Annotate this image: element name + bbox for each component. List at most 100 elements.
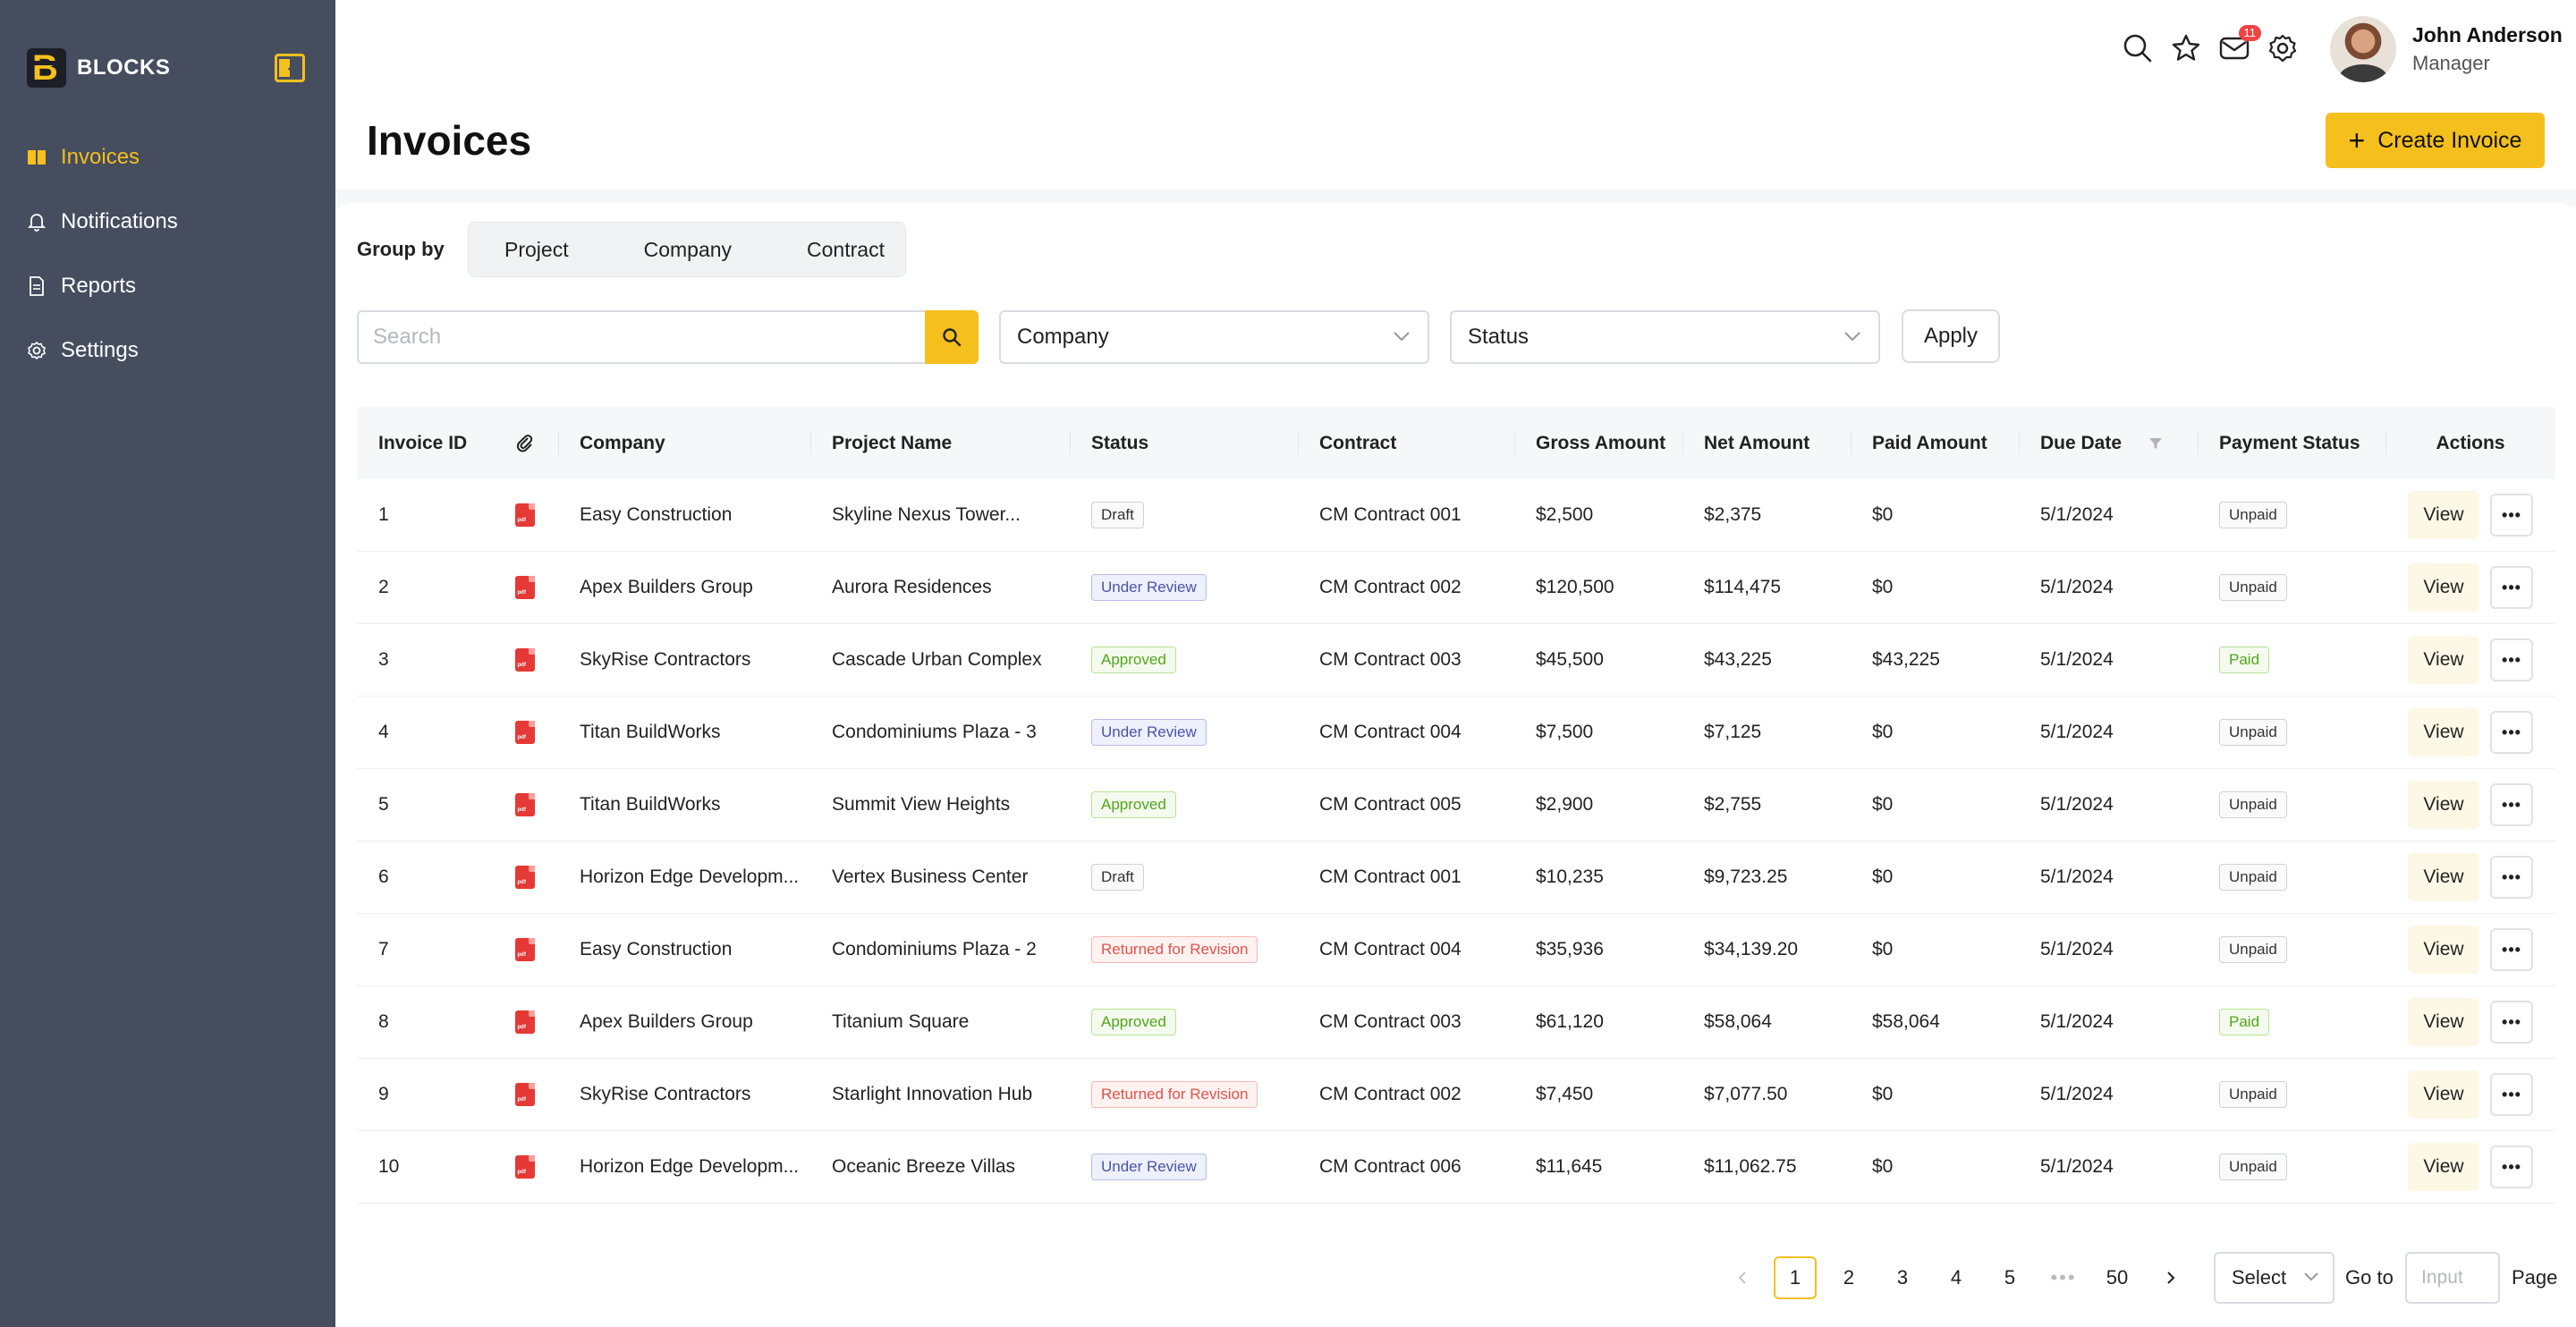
view-button[interactable]: View (2408, 781, 2479, 829)
cell-project-name: Condominiums Plaza - 2 (832, 939, 1037, 959)
more-actions-button[interactable]: ••• (2490, 1073, 2533, 1116)
page-size-select[interactable]: Select (2214, 1252, 2334, 1304)
create-invoice-button[interactable]: + Create Invoice (2326, 113, 2545, 168)
view-button[interactable]: View (2408, 708, 2479, 756)
search-button[interactable] (925, 310, 979, 364)
view-button[interactable]: View (2408, 1070, 2479, 1119)
sidebar-item-notifications[interactable]: Notifications (27, 190, 313, 254)
column-header-contract[interactable]: Contract (1298, 407, 1514, 479)
search-input[interactable] (357, 310, 926, 364)
table-row[interactable]: 3 pdf SkyRise Contractors Cascade Urban Com… (357, 624, 2555, 697)
pagination-page-2[interactable]: 2 (1827, 1256, 1870, 1299)
table-row[interactable]: 10 pdf Horizon Edge Developm... Oceanic Bre… (357, 1131, 2555, 1204)
status-select[interactable]: Status (1450, 310, 1880, 364)
pagination-page-4[interactable]: 4 (1935, 1256, 1978, 1299)
cell-status: Returned for Revision (1070, 1059, 1298, 1130)
create-invoice-label: Create Invoice (2377, 127, 2522, 153)
pdf-file-icon[interactable]: pdf (514, 503, 535, 527)
pagination-page-3[interactable]: 3 (1881, 1256, 1924, 1299)
pdf-file-icon[interactable]: pdf (514, 648, 535, 672)
pdf-file-icon[interactable]: pdf (514, 866, 535, 889)
column-header-attachment[interactable] (491, 407, 558, 479)
cell-gross-amount: $7,500 (1536, 722, 1594, 742)
table-row[interactable]: 1 pdf Easy Construction Skyline Nexus Tower… (357, 479, 2555, 552)
view-button[interactable]: View (2408, 1143, 2479, 1191)
chevron-right-icon (2167, 1272, 2175, 1284)
pagination-page-last[interactable]: 50 (2096, 1256, 2139, 1299)
payment-status-badge: Unpaid (2219, 864, 2287, 891)
pdf-file-icon[interactable]: pdf (514, 793, 535, 816)
cell-due-date: 5/1/2024 (2040, 794, 2114, 815)
more-actions-button[interactable]: ••• (2490, 928, 2533, 971)
column-header-gross-amount[interactable]: Gross Amount (1514, 407, 1682, 479)
pdf-file-icon[interactable]: pdf (514, 1010, 535, 1034)
mail-icon[interactable]: 11 (2216, 25, 2261, 66)
more-actions-button[interactable]: ••• (2490, 494, 2533, 537)
pdf-file-icon[interactable]: pdf (514, 576, 535, 599)
table-row[interactable]: 5 pdf Titan BuildWorks Summit View Heights A… (357, 769, 2555, 841)
more-actions-button[interactable]: ••• (2490, 566, 2533, 609)
avatar[interactable] (2330, 16, 2396, 82)
pagination-page-5[interactable]: 5 (1988, 1256, 2031, 1299)
pagination-ellipsis[interactable]: ••• (2042, 1256, 2085, 1299)
apply-button[interactable]: Apply (1902, 309, 2000, 363)
cell-invoice-id: 4 (378, 722, 389, 742)
pdf-file-icon[interactable]: pdf (514, 1155, 535, 1179)
pdf-file-icon[interactable]: pdf (514, 1083, 535, 1106)
pagination-page-1[interactable]: 1 (1774, 1256, 1817, 1299)
cell-invoice-id: 2 (378, 577, 389, 597)
pagination-next[interactable] (2149, 1256, 2192, 1299)
more-actions-button[interactable]: ••• (2490, 711, 2533, 754)
more-actions-button[interactable]: ••• (2490, 638, 2533, 681)
column-header-invoice-id[interactable]: Invoice ID (357, 407, 491, 479)
sidebar-collapse-button[interactable] (275, 54, 305, 82)
cell-payment-status: Unpaid (2198, 769, 2385, 841)
more-actions-button[interactable]: ••• (2490, 1145, 2533, 1188)
column-header-company[interactable]: Company (558, 407, 810, 479)
group-by-company[interactable]: Company (606, 238, 769, 262)
view-button[interactable]: View (2408, 636, 2479, 684)
view-button[interactable]: View (2408, 998, 2479, 1046)
sidebar-item-reports[interactable]: Reports (27, 254, 313, 318)
more-actions-button[interactable]: ••• (2490, 783, 2533, 826)
column-header-net-amount[interactable]: Net Amount (1682, 407, 1851, 479)
pagination-prev[interactable] (1721, 1256, 1764, 1299)
status-badge: Under Review (1091, 719, 1207, 746)
view-button[interactable]: View (2408, 563, 2479, 612)
table-row[interactable]: 4 pdf Titan BuildWorks Condominiums Plaza -… (357, 697, 2555, 769)
more-actions-button[interactable]: ••• (2490, 856, 2533, 899)
star-icon[interactable] (2168, 30, 2204, 66)
view-button[interactable]: View (2408, 491, 2479, 539)
filter-icon[interactable] (2148, 436, 2163, 451)
table-row[interactable]: 6 pdf Horizon Edge Developm... Vertex Busin… (357, 841, 2555, 914)
sidebar-item-settings[interactable]: Settings (27, 318, 313, 383)
pdf-file-icon[interactable]: pdf (514, 938, 535, 961)
table-row[interactable]: 8 pdf Apex Builders Group Titanium Square Ap… (357, 986, 2555, 1059)
table-row[interactable]: 2 pdf Apex Builders Group Aurora Residences… (357, 552, 2555, 624)
brand[interactable]: B BLOCKS (27, 46, 170, 89)
column-header-project-name[interactable]: Project Name (810, 407, 1070, 479)
column-header-due-date[interactable]: Due Date (2019, 407, 2198, 479)
pdf-file-icon[interactable]: pdf (514, 721, 535, 744)
group-by-contract[interactable]: Contract (769, 238, 922, 262)
column-header-payment-status[interactable]: Payment Status (2198, 407, 2385, 479)
search-icon[interactable] (2120, 30, 2156, 66)
company-select[interactable]: Company (999, 310, 1429, 364)
sidebar-item-invoices[interactable]: Invoices (27, 125, 313, 190)
goto-page-input[interactable] (2405, 1252, 2500, 1304)
more-actions-button[interactable]: ••• (2490, 1001, 2533, 1044)
cell-company: Horizon Edge Developm... (580, 866, 800, 887)
column-header-paid-amount[interactable]: Paid Amount (1851, 407, 2019, 479)
group-by-project[interactable]: Project (469, 238, 606, 262)
table-row[interactable]: 9 pdf SkyRise Contractors Starlight Innovat… (357, 1059, 2555, 1131)
cell-payment-status: Paid (2198, 986, 2385, 1058)
column-header-status[interactable]: Status (1070, 407, 1298, 479)
view-button[interactable]: View (2408, 926, 2479, 974)
gear-icon[interactable] (2265, 30, 2301, 66)
table-row[interactable]: 7 pdf Easy Construction Condominiums Plaza … (357, 914, 2555, 986)
view-button[interactable]: View (2408, 853, 2479, 901)
cell-due-date: 5/1/2024 (2040, 1084, 2114, 1104)
cell-gross-amount: $45,500 (1536, 649, 1604, 670)
user-role: Manager (2412, 52, 2490, 74)
cell-invoice-id: 10 (378, 1156, 400, 1177)
